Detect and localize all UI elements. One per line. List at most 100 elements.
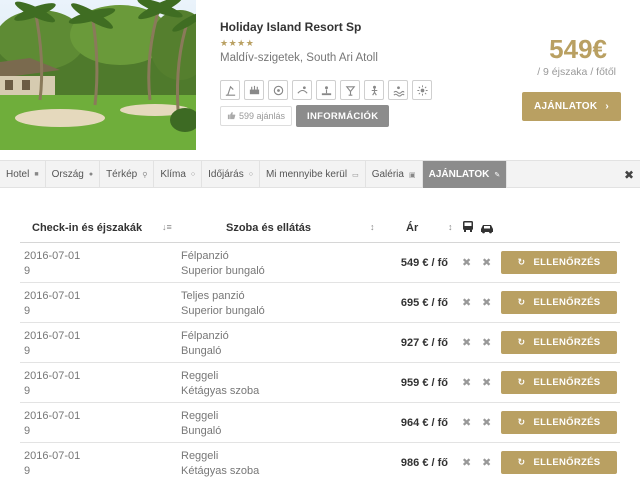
checkin-date: 2016-07-01	[24, 250, 81, 262]
tab-orszag[interactable]: Ország ●	[46, 161, 101, 188]
tab-icon: ○	[248, 171, 253, 178]
offer-price: 695 € / fő	[400, 297, 448, 309]
board-type: Reggeli	[181, 450, 219, 462]
kids-icon	[364, 80, 384, 100]
close-icon[interactable]: ✖	[624, 168, 634, 182]
tab-terkep[interactable]: Térkép ⚲	[100, 161, 155, 188]
offers-button[interactable]: AJÁNLATOK ›	[522, 92, 621, 121]
board-type: Teljes panzió	[181, 290, 245, 302]
check-button-label: ELLENŐRZÉS	[533, 417, 601, 428]
room-type: Kétágyas szoba	[181, 465, 260, 477]
star-rating: ★★★★	[220, 38, 255, 48]
tab-idojaras[interactable]: Időjárás ○	[202, 161, 260, 188]
check-button-label: ELLENŐRZÉS	[533, 297, 601, 308]
refresh-icon: ↻	[517, 457, 526, 467]
nights: 9	[24, 345, 31, 357]
check-button-label: ELLENŐRZÉS	[533, 457, 601, 468]
tab-ajanlatok[interactable]: AJÁNLATOK ✎	[422, 161, 508, 188]
checkin-cell: 2016-07-01 9	[24, 329, 80, 359]
sort-price-icon[interactable]: ↕	[448, 222, 453, 232]
offer-price: 959 € / fő	[400, 377, 448, 389]
offer-price: 549 € / fő	[400, 257, 448, 269]
hotel-name[interactable]: Holiday Island Resort Sp	[220, 20, 361, 34]
transfer-unavailable-icon: ✖	[462, 377, 472, 389]
tab-icon: ■	[34, 171, 39, 178]
check-button[interactable]: ↻ ELLENŐRZÉS	[501, 451, 617, 474]
spa-icon	[268, 80, 288, 100]
car-unavailable-icon: ✖	[482, 297, 492, 309]
room-cell: Reggeli Kétágyas szoba	[181, 449, 259, 479]
header-room[interactable]: Szoba és ellátás	[226, 222, 311, 234]
tab-icon: ▣	[408, 171, 416, 179]
nights: 9	[24, 265, 31, 277]
starting-price: 549€	[549, 34, 607, 64]
checkin-cell: 2016-07-01 9	[24, 369, 80, 399]
refresh-icon: ↻	[517, 297, 526, 307]
beach-icon	[220, 80, 240, 100]
refresh-icon: ↻	[517, 417, 526, 427]
header-price[interactable]: Ár	[406, 222, 418, 234]
pool-icon	[388, 80, 408, 100]
refresh-icon: ↻	[517, 337, 526, 347]
offers-table-header: Check-in és éjszakák ↓≡ Szoba és ellátás…	[20, 213, 620, 243]
check-button[interactable]: ↻ ELLENŐRZÉS	[501, 331, 617, 354]
restaurant-icon	[244, 80, 264, 100]
car-unavailable-icon: ✖	[482, 457, 492, 469]
tab-label: Ország	[51, 169, 84, 180]
check-button[interactable]: ↻ ELLENŐRZÉS	[501, 291, 617, 314]
tab-label: AJÁNLATOK	[428, 169, 490, 180]
car-unavailable-icon: ✖	[482, 417, 492, 429]
transfer-unavailable-icon: ✖	[462, 337, 472, 349]
recommendations-count: 599 ajánlás	[239, 111, 286, 121]
gym-icon	[316, 80, 336, 100]
table-row: 2016-07-01 9 Félpanzió Bungaló 927 € / fő ✖ ✖ ↻…	[20, 323, 620, 363]
board-type: Reggeli	[181, 410, 219, 422]
refresh-icon: ↻	[517, 377, 526, 387]
tab-label: Mi mennyibe kerül	[265, 169, 348, 180]
tab-klima[interactable]: Klíma ○	[154, 161, 203, 188]
offer-price: 986 € / fő	[400, 457, 448, 469]
check-button-label: ELLENŐRZÉS	[533, 377, 601, 388]
tab-icon: ○	[190, 171, 196, 178]
tab-galeria[interactable]: Galéria ▣	[366, 161, 423, 188]
tab-label: Klíma	[160, 169, 186, 180]
sort-desc-icon[interactable]: ↓≡	[162, 222, 172, 232]
checkin-date: 2016-07-01	[24, 410, 81, 422]
tab-mi-mennyibe-kerul[interactable]: Mi mennyibe kerül ▭	[260, 161, 366, 188]
transfer-unavailable-icon: ✖	[462, 457, 472, 469]
table-row: 2016-07-01 9 Reggeli Bungaló 964 € / fő ✖ ✖ ↻ EL…	[20, 403, 620, 443]
recommendations-badge: 599 ajánlás	[220, 106, 293, 126]
check-button-label: ELLENŐRZÉS	[533, 337, 601, 348]
checkin-date: 2016-07-01	[24, 370, 81, 382]
offer-price: 964 € / fő	[400, 417, 448, 429]
check-button[interactable]: ↻ ELLENŐRZÉS	[501, 411, 617, 434]
tab-label: Térkép	[106, 169, 138, 180]
tab-hotel[interactable]: Hotel ■	[0, 161, 46, 188]
table-row: 2016-07-01 9 Reggeli Kétágyas szoba 959 € / …	[20, 363, 620, 403]
refresh-icon: ↻	[517, 257, 526, 267]
room-type: Superior bungaló	[181, 305, 265, 317]
hotel-photo[interactable]	[0, 0, 196, 150]
info-button[interactable]: INFORMÁCIÓK	[296, 105, 390, 127]
tab-icon: ✎	[494, 171, 501, 179]
sort-icon[interactable]: ↕	[370, 222, 375, 232]
nights: 9	[24, 305, 31, 317]
check-button[interactable]: ↻ ELLENŐRZÉS	[501, 371, 617, 394]
room-cell: Félpanzió Superior bungaló	[181, 249, 265, 279]
hotel-location: Maldív-szigetek, South Ari Atoll	[220, 52, 378, 64]
transfer-unavailable-icon: ✖	[462, 417, 472, 429]
check-button-label: ELLENŐRZÉS	[533, 257, 601, 268]
board-type: Félpanzió	[181, 250, 229, 262]
offer-price: 927 € / fő	[400, 337, 448, 349]
table-row: 2016-07-01 9 Félpanzió Superior bungaló 549 …	[20, 243, 620, 283]
checkin-date: 2016-07-01	[24, 290, 81, 302]
thumbs-up-icon	[227, 111, 236, 122]
price-note: / 9 éjszaka / főtől	[537, 66, 616, 78]
header-checkin[interactable]: Check-in és éjszakák	[32, 222, 142, 234]
car-unavailable-icon: ✖	[482, 377, 492, 389]
check-button[interactable]: ↻ ELLENŐRZÉS	[501, 251, 617, 274]
room-cell: Reggeli Kétágyas szoba	[181, 369, 259, 399]
board-type: Reggeli	[181, 370, 219, 382]
amenity-icons	[220, 80, 432, 100]
tab-icon: ▭	[352, 171, 359, 179]
